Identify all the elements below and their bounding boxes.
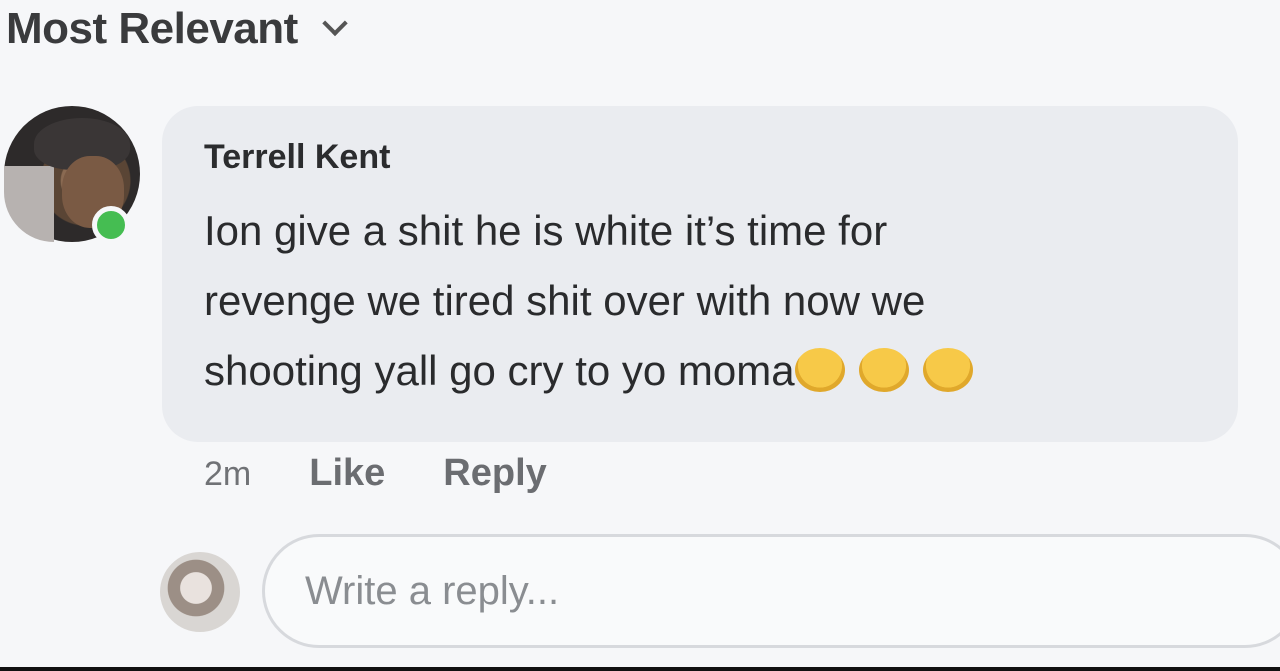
laughing-emoji-icon: [794, 347, 845, 392]
reply-button[interactable]: Reply: [443, 452, 546, 495]
comment-author[interactable]: Terrell Kent: [204, 138, 390, 177]
comment-timestamp[interactable]: 2m: [204, 455, 251, 494]
divider: [0, 667, 1280, 671]
sort-dropdown[interactable]: Most Relevant: [6, 0, 348, 58]
comment-line-with-emoji: shooting yall go cry to yo moma: [204, 336, 1204, 406]
chevron-down-icon: [322, 10, 348, 37]
reply-input[interactable]: [262, 534, 1280, 648]
current-user-avatar[interactable]: [160, 552, 240, 632]
comment-line: shooting yall go cry to yo moma: [204, 347, 795, 394]
comment-text: Ion give a shit he is white it’s time fo…: [204, 196, 1204, 406]
online-status-icon: [92, 206, 130, 244]
comment-line: Ion give a shit he is white it’s time fo…: [204, 207, 888, 254]
laughing-emoji-icon: [858, 347, 909, 392]
like-button[interactable]: Like: [309, 452, 385, 495]
comment-line: revenge we tired shit over with now we: [204, 277, 926, 324]
laughing-emoji-icon: [922, 347, 973, 392]
sort-label: Most Relevant: [6, 4, 298, 53]
comment-actions: 2m Like Reply: [204, 452, 547, 495]
